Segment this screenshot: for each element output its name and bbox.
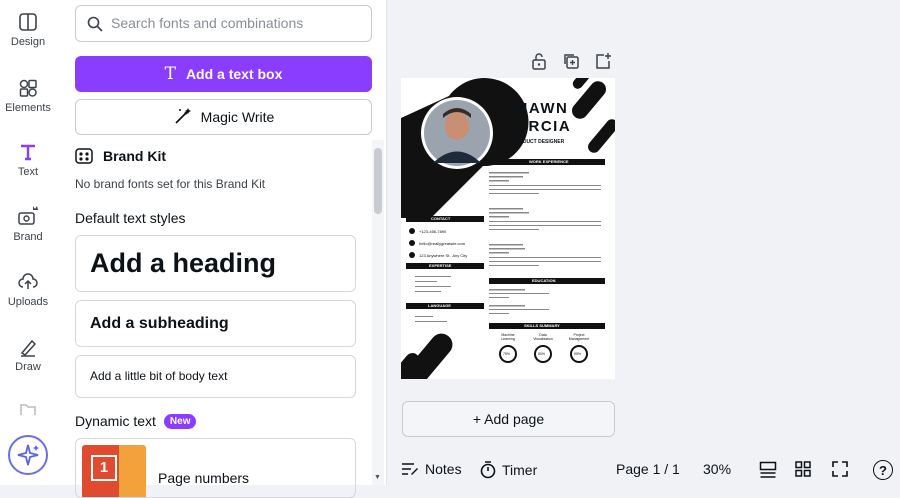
resume-first-name: SHAWN	[505, 100, 569, 117]
magic-wand-icon	[175, 108, 191, 124]
folder-icon	[20, 404, 36, 415]
resume-work-title: WORK EXPERIENCE	[529, 159, 569, 164]
search-placeholder: Search fonts and combinations	[111, 15, 304, 31]
brand-kit-label: Brand Kit	[103, 148, 166, 164]
panel-scrollbar-thumb[interactable]	[374, 148, 382, 214]
page-numbers-thumbnail: 1	[82, 445, 146, 497]
lock-icon[interactable]	[530, 52, 548, 70]
help-button[interactable]: ?	[873, 460, 893, 480]
rail-design-label: Design	[10, 36, 46, 48]
uploads-icon	[18, 273, 38, 289]
draw-icon	[20, 339, 37, 357]
add-subheading-button[interactable]: Add a subheading	[75, 300, 356, 347]
resume-phone: +123-456-7890	[419, 229, 447, 234]
page-indicator[interactable]: Page 1 / 1	[616, 461, 680, 477]
rail-text-label: Text	[17, 166, 39, 178]
elements-icon	[19, 79, 37, 97]
search-input[interactable]: Search fonts and combinations	[75, 5, 372, 42]
magic-assistant-button[interactable]	[8, 435, 48, 475]
resume-skill-value-2: 80%	[538, 352, 546, 356]
brand-kit-heading[interactable]: Brand Kit	[75, 148, 166, 164]
add-text-box-button[interactable]: T Add a text box	[75, 56, 372, 92]
rail-brand-label: Brand	[13, 231, 43, 243]
search-icon	[87, 16, 103, 32]
sparkle-icon	[17, 444, 39, 466]
rail-brand[interactable]: Brand	[0, 205, 56, 243]
resume-page[interactable]: SHAWN GARCIA PRODUCT DESIGNER WORK EXPER…	[401, 78, 615, 379]
resume-address: 123 Anywhere St., Any City	[419, 253, 468, 258]
rail-draw-label: Draw	[15, 361, 41, 373]
rail-elements[interactable]: Elements	[0, 78, 56, 114]
notes-button[interactable]: Notes	[401, 461, 462, 477]
grid-icon	[795, 461, 811, 477]
notes-icon	[402, 463, 418, 475]
resume-language-title: LANGUAGE	[428, 303, 451, 308]
add-text-box-label: Add a text box	[185, 66, 283, 82]
scroll-down-arrow[interactable]: ▼	[374, 474, 381, 481]
brand-icon	[18, 206, 38, 225]
new-badge: New	[163, 413, 197, 429]
resume-skills-title: SKILLS SUMMARY	[524, 323, 560, 328]
resume-expertise-title: EXPERTISE	[429, 263, 452, 268]
side-rail: Design Elements Text Brand Uploads Draw	[0, 0, 56, 485]
expand-icon	[832, 461, 848, 477]
rail-uploads-label: Uploads	[7, 296, 49, 308]
resume-email: hello@reallygreatsite.com	[419, 241, 466, 246]
text-icon: T	[164, 64, 176, 84]
resume-skill-value-1: 75%	[503, 352, 511, 356]
resume-skill-3: Project Management	[568, 333, 590, 341]
text-icon	[21, 144, 35, 161]
page-toolbar	[530, 52, 626, 70]
resume-role: PRODUCT DESIGNER	[512, 139, 565, 145]
timer-icon	[480, 461, 496, 479]
add-page-icon[interactable]	[594, 52, 612, 70]
canvas-area: SHAWN GARCIA PRODUCT DESIGNER WORK EXPER…	[387, 0, 900, 485]
rail-draw[interactable]: Draw	[0, 337, 56, 373]
dynamic-text-title: Dynamic text New	[75, 413, 197, 429]
page-number-thumb-text: 1	[91, 455, 117, 481]
grid-view-toggle[interactable]	[795, 461, 817, 477]
add-body-text-button[interactable]: Add a little bit of body text	[75, 355, 356, 398]
rail-projects-partial[interactable]	[0, 402, 56, 420]
fullscreen-button[interactable]	[832, 461, 854, 477]
brand-kit-icon	[75, 148, 93, 164]
design-icon	[19, 13, 37, 31]
resume-skill-2: Data Visualization	[533, 333, 553, 341]
add-heading-button[interactable]: Add a heading	[75, 235, 356, 292]
notes-label: Notes	[425, 461, 462, 477]
timer-label: Timer	[502, 462, 538, 478]
resume-education-title: EDUCATION	[532, 278, 556, 283]
grid-view-button[interactable]	[759, 461, 783, 479]
rail-text[interactable]: Text	[0, 142, 56, 178]
magic-write-button[interactable]: Magic Write	[75, 99, 372, 135]
pages-view-icon	[759, 461, 777, 478]
add-page-button[interactable]: + Add page	[402, 401, 615, 437]
resume-last-name: GARCIA	[503, 118, 572, 135]
resume-contact-title: CONTACT	[431, 216, 451, 221]
magic-write-label: Magic Write	[200, 109, 275, 125]
default-styles-title: Default text styles	[75, 210, 186, 226]
zoom-level[interactable]: 30%	[703, 461, 731, 477]
timer-button[interactable]: Timer	[480, 461, 537, 479]
bottom-bar: Notes Timer Page 1 / 1 30% ?	[387, 455, 900, 485]
dynamic-text-label: Dynamic text	[75, 413, 156, 429]
page-numbers-label: Page numbers	[158, 470, 250, 486]
resume-skill-value-3: 95%	[574, 352, 582, 356]
page-numbers-card[interactable]: 1 Page numbers	[75, 438, 356, 498]
duplicate-page-icon[interactable]	[562, 52, 580, 70]
rail-elements-label: Elements	[5, 102, 51, 114]
resume-skill-1: Machine Learning	[501, 333, 515, 341]
rail-design[interactable]: Design	[0, 12, 56, 48]
text-panel: Search fonts and combinations T Add a tex…	[56, 0, 387, 498]
brand-note: No brand fonts set for this Brand Kit	[75, 177, 266, 191]
rail-uploads[interactable]: Uploads	[0, 272, 56, 308]
